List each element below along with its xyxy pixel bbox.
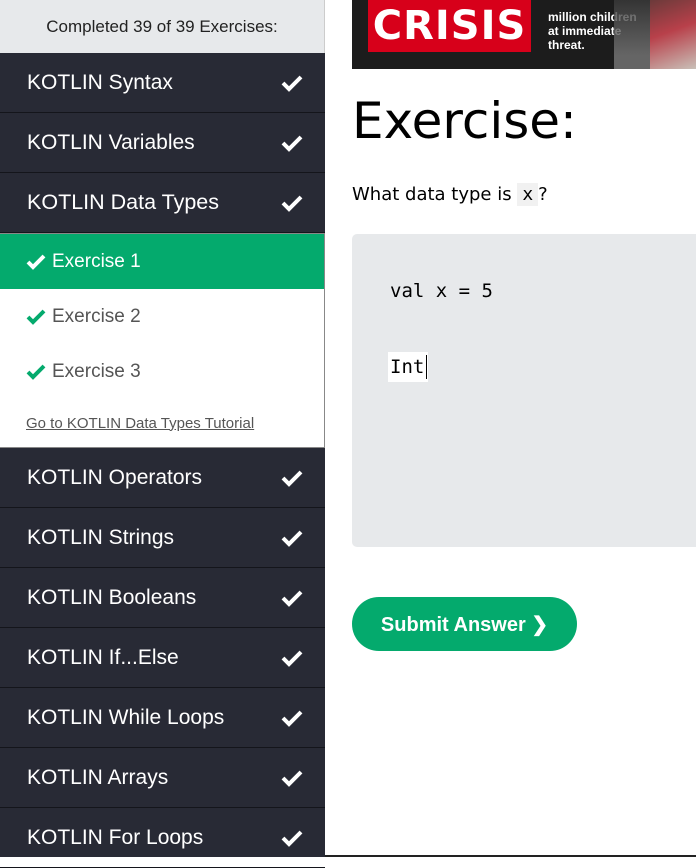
exercise-label: Exercise 3 xyxy=(52,360,141,382)
sidebar-item-kotlin-variables[interactable]: KOTLIN Variables xyxy=(0,113,325,173)
exercise-item-3[interactable]: Exercise 3 xyxy=(0,344,324,399)
check-icon xyxy=(26,309,46,325)
exercise-list: Exercise 1 Exercise 2 Exercise 3 Go to K… xyxy=(0,233,325,448)
sidebar-item-label: KOTLIN Arrays xyxy=(27,765,169,789)
sidebar-item-label: KOTLIN Variables xyxy=(27,130,195,154)
exercise-item-2[interactable]: Exercise 2 xyxy=(0,289,324,344)
ad-banner[interactable]: CRISIS million children at immediate thr… xyxy=(352,0,696,69)
sidebar-item-label: KOTLIN Data Types xyxy=(27,190,219,214)
check-icon xyxy=(281,650,303,667)
check-icon xyxy=(281,830,303,847)
check-icon xyxy=(26,364,46,380)
sidebar: Completed 39 of 39 Exercises: KOTLIN Syn… xyxy=(0,0,325,868)
sidebar-item-kotlin-for-loops[interactable]: KOTLIN For Loops xyxy=(0,808,325,868)
sidebar-item-label: KOTLIN Booleans xyxy=(27,585,197,609)
exercise-item-1[interactable]: Exercise 1 xyxy=(0,234,324,289)
tutorial-link[interactable]: Go to KOTLIN Data Types Tutorial xyxy=(0,399,324,447)
sidebar-item-label: KOTLIN If...Else xyxy=(27,645,179,669)
text-caret xyxy=(426,355,427,379)
sidebar-item-kotlin-booleans[interactable]: KOTLIN Booleans xyxy=(0,568,325,628)
sidebar-item-kotlin-syntax[interactable]: KOTLIN Syntax xyxy=(0,53,325,113)
check-icon xyxy=(281,710,303,727)
sidebar-item-kotlin-operators[interactable]: KOTLIN Operators xyxy=(0,448,325,508)
ad-photo-shade xyxy=(614,0,654,69)
question-text: What data type is x? xyxy=(352,183,548,206)
code-line: val x = 5 xyxy=(390,280,493,302)
progress-text: Completed 39 of 39 Exercises: xyxy=(0,0,325,53)
sidebar-item-label: KOTLIN For Loops xyxy=(27,825,204,849)
question-suffix: ? xyxy=(538,184,548,205)
submit-answer-button[interactable]: Submit Answer ❯ xyxy=(352,597,577,651)
ad-photo xyxy=(650,0,696,69)
sidebar-item-label: KOTLIN While Loops xyxy=(27,705,225,729)
sidebar-item-label: KOTLIN Operators xyxy=(27,465,203,489)
check-icon xyxy=(281,135,303,152)
check-icon xyxy=(26,254,46,270)
ad-crisis-word: CRISIS xyxy=(368,0,531,52)
sidebar-item-kotlin-if-else[interactable]: KOTLIN If...Else xyxy=(0,628,325,688)
check-icon xyxy=(281,195,303,212)
sidebar-item-label: KOTLIN Strings xyxy=(27,525,175,549)
sidebar-item-label: KOTLIN Syntax xyxy=(27,70,173,94)
check-icon xyxy=(281,770,303,787)
code-exercise-box: val x = 5 xyxy=(352,234,696,547)
sidebar-item-kotlin-data-types[interactable]: KOTLIN Data Types xyxy=(0,173,325,233)
check-icon xyxy=(281,75,303,92)
sidebar-item-kotlin-while-loops[interactable]: KOTLIN While Loops xyxy=(0,688,325,748)
question-code: x xyxy=(517,183,539,206)
page-title: Exercise: xyxy=(352,92,577,150)
check-icon xyxy=(281,470,303,487)
check-icon xyxy=(281,590,303,607)
sidebar-item-kotlin-strings[interactable]: KOTLIN Strings xyxy=(0,508,325,568)
exercise-label: Exercise 1 xyxy=(52,250,141,272)
question-prefix: What data type is xyxy=(352,184,512,205)
exercise-label: Exercise 2 xyxy=(52,305,141,327)
sidebar-item-kotlin-arrays[interactable]: KOTLIN Arrays xyxy=(0,748,325,808)
answer-input[interactable] xyxy=(388,352,428,382)
check-icon xyxy=(281,530,303,547)
